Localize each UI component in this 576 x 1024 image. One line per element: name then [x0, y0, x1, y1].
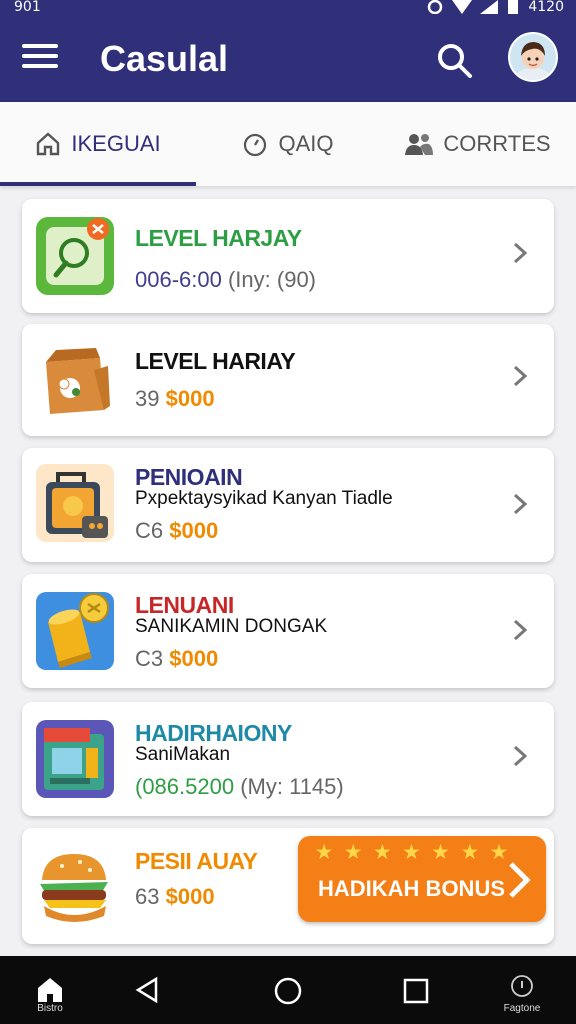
card-meta-code: 39	[135, 386, 160, 411]
card-subtitle: SaniMakan	[135, 744, 231, 765]
card-meta-extra: (Iny: (90)	[227, 267, 317, 292]
tab-label: CORRTES	[443, 131, 551, 156]
chevron-right-icon	[513, 745, 528, 767]
circle-icon	[274, 977, 302, 1005]
timer-icon	[244, 133, 267, 157]
lock-box-icon	[36, 464, 114, 542]
list-item[interactable]: LEVEL HARJAY 006-6:00 (Iny: (90)	[22, 199, 554, 313]
nav-info-label: Fagtone	[503, 1003, 541, 1014]
nav-back[interactable]	[118, 956, 178, 1024]
home-icon	[38, 978, 62, 1002]
avatar[interactable]	[508, 32, 558, 82]
chevron-right-icon	[513, 242, 528, 264]
tab-label: IKEGUAI	[71, 131, 161, 156]
tab-quiz[interactable]: QAIQ	[200, 102, 376, 186]
card-price: $000	[165, 884, 215, 909]
search-icon[interactable]	[434, 40, 474, 80]
chevron-right-icon	[509, 862, 531, 898]
card-meta: C6 $000	[135, 518, 218, 544]
nav-recents[interactable]	[386, 956, 446, 1024]
status-clock: 4120	[528, 0, 564, 15]
square-icon	[403, 978, 429, 1004]
people-icon	[405, 134, 434, 155]
chevron-right-icon	[513, 365, 528, 387]
status-bar: 901 4120	[0, 0, 576, 18]
wifi-icon	[452, 0, 473, 14]
card-subtitle: SANIKAMIN DONGAK	[135, 616, 328, 637]
list-item[interactable]: PENIOAIN Pxpektaysyikad Kanyan Tiadle C6…	[22, 448, 554, 562]
alarm-icon	[428, 0, 443, 14]
home-outline-icon	[37, 132, 60, 156]
card-meta: 39 $000	[135, 386, 215, 412]
stars-decoration: ★ ★ ★ ★ ★ ★ ★	[316, 842, 511, 862]
list-item[interactable]: HADIRHAIONY SaniMakan (086.5200 (My: 114…	[22, 702, 554, 816]
card-meta-code: 006-6:00	[135, 267, 222, 292]
chevron-right-icon	[513, 493, 528, 515]
card-meta-extra: (My: 1145)	[240, 774, 344, 799]
card-meta: (086.5200 (My: 1145)	[135, 774, 344, 800]
card-title: PENIOAIN	[135, 464, 243, 490]
info-icon	[511, 975, 533, 997]
active-tab-indicator	[0, 182, 196, 186]
bonus-button[interactable]: ★ ★ ★ ★ ★ ★ ★ HADIKAH BONUS	[298, 836, 546, 922]
card-title: LEVEL HARIAY	[135, 348, 296, 374]
paper-bag-icon	[46, 348, 110, 414]
card-meta-code: C3	[135, 646, 164, 671]
card-title: HADIRHAIONY	[135, 720, 292, 746]
burger-icon	[40, 854, 108, 922]
signal-icon	[480, 0, 499, 14]
status-icons: 4120	[426, 0, 564, 14]
tab-casual[interactable]: IKEGUAI	[0, 102, 196, 186]
game-tile-icon	[36, 217, 114, 295]
app-bar: Casulal	[0, 18, 576, 102]
vending-box-icon	[36, 720, 114, 798]
nav-home-label: Bistro	[37, 1003, 63, 1014]
bonus-label: HADIKAH BONUS	[318, 876, 505, 901]
nav-home[interactable]: Bistro	[20, 956, 80, 1024]
card-price: $000	[169, 646, 219, 671]
card-meta: 63 $000	[135, 884, 215, 910]
card-price: $000	[165, 386, 215, 411]
card-meta: 006-6:00 (Iny: (90)	[135, 267, 316, 293]
tab-label: QAIQ	[278, 131, 334, 156]
card-meta: C3 $000	[135, 646, 218, 672]
card-title: LEVEL HARJAY	[135, 225, 302, 251]
back-icon	[135, 976, 158, 1004]
tab-bar: IKEGUAI QAIQ CORRTES	[0, 102, 576, 186]
system-nav-bar: Bistro Fagtone	[0, 956, 576, 1024]
card-meta-code: 63	[135, 884, 160, 909]
card-meta-code: C6	[135, 518, 164, 543]
gold-cup-icon	[36, 592, 114, 670]
app-title: Casulal	[100, 38, 229, 79]
tab-contests[interactable]: CORRTES	[380, 102, 576, 186]
nav-home-circle[interactable]	[258, 956, 318, 1024]
status-time: 901	[14, 0, 41, 15]
card-meta-code: (086.5200	[135, 774, 235, 799]
list-item[interactable]: LENUANI SANIKAMIN DONGAK C3 $000	[22, 574, 554, 688]
menu-icon[interactable]	[22, 44, 58, 74]
card-title: PESII AUAY	[135, 848, 258, 874]
chevron-right-icon	[513, 619, 528, 641]
nav-info[interactable]: Fagtone	[492, 956, 552, 1024]
card-subtitle: Pxpektaysyikad Kanyan Tiadle	[135, 488, 393, 509]
battery-icon	[508, 0, 519, 14]
list-item[interactable]: LEVEL HARIAY 39 $000	[22, 324, 554, 436]
card-title: LENUANI	[135, 592, 234, 618]
card-price: $000	[169, 518, 219, 543]
